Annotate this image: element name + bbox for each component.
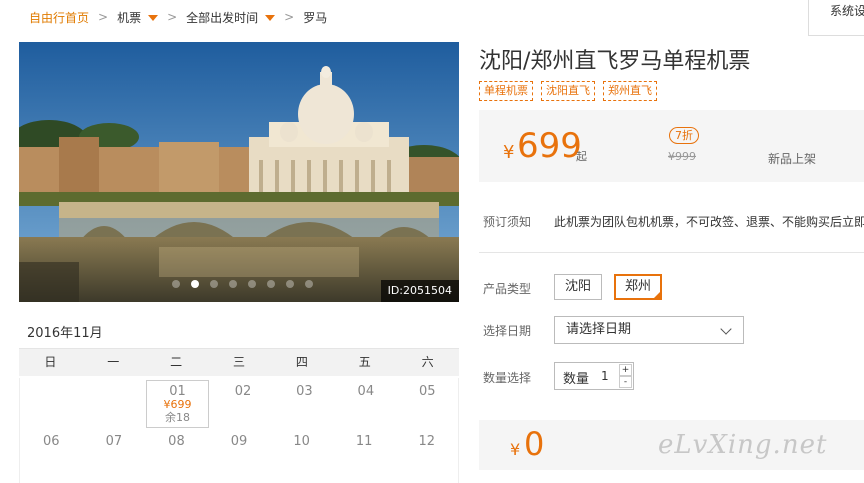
calendar-week-row: 01 ¥699 余18 02 03 04 05 (20, 378, 458, 428)
carousel-indicators (172, 280, 313, 288)
carousel-dot[interactable] (305, 280, 313, 288)
calendar-day: 06 (43, 434, 60, 449)
calendar-day: 08 (168, 434, 185, 449)
carousel-dot[interactable] (172, 280, 180, 288)
booking-notice-text: 此机票为团队包机机票，不可改签、退票、不能购买后立即 (554, 215, 864, 229)
calendar-day: 12 (418, 434, 436, 449)
weekday-label: 三 (233, 355, 246, 369)
carousel-dot-active[interactable] (191, 280, 199, 288)
breadcrumb-departure-time-dropdown[interactable]: 全部出发时间 (186, 9, 276, 26)
breadcrumb-destination: 罗马 (303, 10, 328, 25)
calendar-month-tab[interactable]: 2016年11月 (19, 318, 109, 351)
type-option-shenyang[interactable]: 沈阳 (554, 274, 603, 300)
section-divider (479, 252, 864, 253)
weekday-label: 日 (44, 355, 57, 369)
quantity-value[interactable]: 1 (601, 369, 609, 383)
product-photo-carousel[interactable]: ID:2051504 (19, 42, 459, 302)
product-type-label: 产品类型 (483, 282, 532, 296)
calendar-weekday-header: 日 一 二 三 四 五 六 (19, 349, 459, 376)
quantity-label: 数量选择 (483, 371, 532, 385)
booking-notice-label: 预订须知 (483, 215, 532, 229)
product-title: 沈阳/郑州直飞罗马单程机票 (479, 49, 751, 74)
weekday-label: 一 (107, 355, 120, 369)
chevron-right-icon: > (284, 10, 295, 24)
calendar-day: 05 (418, 384, 436, 399)
caret-down-icon (148, 15, 159, 21)
chevron-right-icon: > (167, 10, 178, 24)
total-price-value: 0 (524, 425, 545, 463)
breadcrumb-category-label: 机票 (117, 10, 142, 25)
calendar-day-empty (20, 378, 81, 428)
discount-badge: 7折 (669, 127, 699, 144)
breadcrumb-home-link[interactable]: 自由行首页 (29, 9, 89, 26)
calendar-day: 07 (105, 434, 123, 449)
product-tags: 单程机票 沈阳直飞 郑州直飞 (479, 81, 657, 101)
calendar-day: 02 (234, 384, 252, 399)
product-tag: 单程机票 (479, 81, 533, 101)
system-settings-link[interactable]: 系统设 (808, 0, 864, 36)
rome-vatican-photo (19, 42, 459, 302)
weekday-label: 六 (421, 355, 434, 369)
carousel-dot[interactable] (267, 280, 275, 288)
total-currency: ¥ (510, 440, 521, 459)
original-price: ¥999 (668, 150, 696, 163)
calendar-day-available[interactable]: 01 ¥699 余18 (145, 380, 210, 428)
weekday-label: 二 (170, 355, 183, 369)
breadcrumb-departure-time-label: 全部出发时间 (186, 10, 259, 25)
quantity-stepper[interactable]: 数量 1 + - (554, 362, 634, 390)
product-tag: 沈阳直飞 (541, 81, 595, 101)
calendar-day-number: 01 (169, 384, 186, 399)
quantity-decrease-button[interactable]: - (619, 376, 632, 388)
site-watermark: eLvXing.net (658, 430, 828, 460)
calendar-day-remaining: 余18 (165, 411, 191, 424)
calendar-day-empty (81, 378, 142, 428)
breadcrumb-category-dropdown[interactable]: 机票 (117, 9, 159, 26)
weekday-label: 四 (295, 355, 308, 369)
type-option-zhengzhou-selected[interactable]: 郑州 (614, 274, 663, 300)
carousel-dot[interactable] (210, 280, 218, 288)
price-panel: ¥ 699 起 7折 ¥999 新品上架 (479, 110, 864, 182)
chevron-right-icon: > (98, 10, 109, 24)
calendar-grid: 01 ¥699 余18 02 03 04 05 06 07 08 09 10 1… (19, 378, 459, 483)
quantity-increase-button[interactable]: + (619, 364, 632, 376)
calendar-day: 10 (293, 434, 310, 449)
calendar-day: 09 (230, 434, 248, 449)
calendar-day: 04 (357, 384, 375, 399)
weekday-label: 五 (358, 355, 371, 369)
chevron-down-icon (720, 323, 732, 335)
price-value: 699 (517, 126, 582, 166)
calendar-day: 11 (355, 434, 373, 449)
date-select[interactable]: 请选择日期 (554, 316, 744, 344)
quantity-inner-label: 数量 (563, 372, 590, 387)
calendar-day: 03 (296, 384, 313, 399)
price-suffix: 起 (576, 150, 587, 163)
calendar-week-row: 06 07 08 09 10 11 12 (20, 428, 458, 478)
photo-id-label: ID:2051504 (380, 280, 459, 302)
product-tag: 郑州直飞 (603, 81, 657, 101)
carousel-dot[interactable] (248, 280, 256, 288)
carousel-dot[interactable] (229, 280, 237, 288)
calendar-day-price: ¥699 (163, 398, 192, 411)
select-date-label: 选择日期 (483, 324, 532, 338)
new-arrival-label: 新品上架 (768, 152, 817, 166)
price-currency: ¥ (503, 142, 515, 163)
date-select-value: 请选择日期 (566, 322, 632, 337)
carousel-dot[interactable] (286, 280, 294, 288)
caret-down-icon (265, 15, 276, 21)
breadcrumb: 自由行首页 > 机票 > 全部出发时间 > 罗马 (29, 9, 327, 25)
